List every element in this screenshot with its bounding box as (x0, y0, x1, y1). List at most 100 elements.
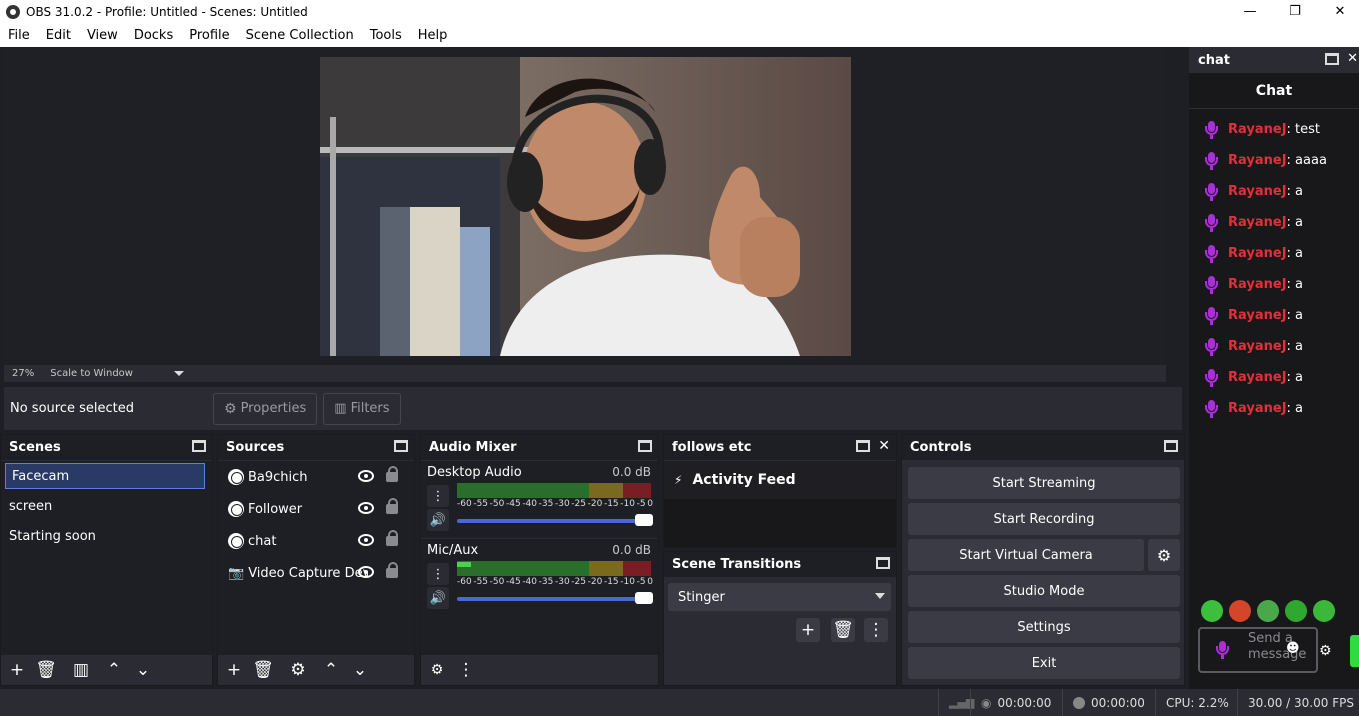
chat-username[interactable]: RayaneJ (1228, 339, 1287, 354)
undock-icon[interactable] (1164, 440, 1178, 452)
scene-item[interactable]: Starting soon (1, 521, 212, 551)
properties-button[interactable]: ⚙ Properties (213, 392, 318, 425)
more-options-icon[interactable]: ⋮ (454, 658, 478, 682)
chat-username[interactable]: RayaneJ (1228, 370, 1287, 385)
transitions-dock-title: Scene Transitions (664, 552, 896, 577)
mic-icon (1205, 275, 1218, 294)
menu-profile[interactable]: Profile (181, 28, 237, 43)
start-recording-button[interactable]: Start Recording (908, 503, 1180, 535)
eye-icon[interactable] (358, 566, 374, 578)
more-options-icon[interactable]: ⋮ (427, 563, 449, 585)
chat-username[interactable]: RayaneJ (1228, 401, 1287, 416)
chat-username[interactable]: RayaneJ (1228, 122, 1287, 137)
mic-icon (1205, 337, 1218, 356)
gear-icon[interactable]: ⚙ (1319, 643, 1332, 659)
source-item[interactable]: 📷 Video Capture Dev (218, 557, 414, 589)
speaker-icon[interactable]: 🔊 (427, 509, 449, 531)
add-transition-button[interactable]: + (796, 618, 820, 642)
eye-icon[interactable] (358, 502, 374, 514)
emote-icon[interactable] (1313, 600, 1335, 622)
exit-button[interactable]: Exit (908, 647, 1180, 679)
source-item[interactable]: Ba9chich (218, 461, 414, 493)
chat-message: RayaneJ: test (1189, 114, 1359, 145)
speaker-icon[interactable]: 🔊 (427, 587, 449, 609)
menu-edit[interactable]: Edit (38, 28, 79, 43)
filters-button[interactable]: ▥ Filters (323, 392, 401, 425)
menu-scene-collection[interactable]: Scene Collection (238, 28, 362, 43)
source-item[interactable]: Follower (218, 493, 414, 525)
move-down-button[interactable]: ⌄ (131, 658, 155, 682)
menu-help[interactable]: Help (410, 28, 456, 43)
undock-icon[interactable] (192, 440, 206, 452)
gear-icon[interactable]: ⚙ (286, 658, 310, 682)
restore-button[interactable]: ❐ (1272, 0, 1318, 23)
chat-username[interactable]: RayaneJ (1228, 246, 1287, 261)
chat-dock-title: chat ✕ (1189, 47, 1359, 73)
more-options-icon[interactable]: ⋮ (864, 618, 888, 642)
emote-icon[interactable] (1201, 600, 1223, 622)
emote-icon[interactable] (1257, 600, 1279, 622)
menu-view[interactable]: View (79, 28, 126, 43)
volume-slider[interactable] (457, 592, 653, 604)
close-icon[interactable]: ✕ (878, 438, 890, 454)
source-item[interactable]: chat (218, 525, 414, 557)
lock-icon[interactable] (386, 562, 398, 578)
emoji-icon[interactable]: ☻ (1286, 641, 1300, 656)
gear-icon[interactable]: ⚙ (1148, 539, 1180, 571)
undock-icon[interactable] (876, 557, 890, 569)
lightning-icon: ⚡ (674, 473, 683, 487)
volume-slider[interactable] (457, 514, 653, 526)
scale-mode[interactable]: Scale to Window (42, 368, 174, 379)
lock-icon[interactable] (386, 530, 398, 546)
trash-icon[interactable]: 🗑 (831, 618, 855, 642)
undock-icon[interactable] (856, 440, 870, 452)
move-up-button[interactable]: ⌃ (319, 658, 343, 682)
scene-filters-button[interactable]: ▥ (69, 658, 93, 682)
chat-username[interactable]: RayaneJ (1228, 277, 1287, 292)
scenes-toolbar: + 🗑 ▥ ⌃ ⌄ (1, 655, 212, 685)
trash-icon[interactable]: 🗑 (34, 658, 58, 682)
scene-item[interactable]: screen (1, 491, 212, 521)
chat-username[interactable]: RayaneJ (1228, 308, 1287, 323)
menu-tools[interactable]: Tools (362, 28, 410, 43)
chat-message: RayaneJ: aaaa (1189, 145, 1359, 176)
lock-icon[interactable] (386, 466, 398, 482)
emote-icon[interactable] (1285, 600, 1307, 622)
start-streaming-button[interactable]: Start Streaming (908, 467, 1180, 499)
chat-send-button[interactable] (1350, 635, 1359, 667)
move-up-button[interactable]: ⌃ (102, 658, 126, 682)
undock-icon[interactable] (638, 440, 652, 452)
eye-icon[interactable] (358, 470, 374, 482)
settings-button[interactable]: Settings (908, 611, 1180, 643)
close-window-button[interactable]: ✕ (1317, 0, 1359, 23)
move-down-button[interactable]: ⌄ (348, 658, 372, 682)
menu-file[interactable]: File (0, 28, 38, 43)
record-status: 00:00:00 (1062, 689, 1154, 716)
chevron-down-icon[interactable] (174, 371, 185, 376)
scene-item[interactable]: Facecam (5, 463, 205, 489)
chat-message-input[interactable]: Send a message ☻ (1198, 627, 1318, 673)
undock-icon[interactable] (1325, 53, 1339, 65)
start-virtual-camera-button[interactable]: Start Virtual Camera (908, 539, 1144, 571)
close-icon[interactable]: ✕ (1347, 51, 1358, 66)
add-source-button[interactable]: + (222, 658, 246, 682)
transition-select[interactable]: Stinger (668, 583, 891, 611)
emote-icon[interactable] (1229, 600, 1251, 622)
chat-username[interactable]: RayaneJ (1228, 153, 1287, 168)
chat-username[interactable]: RayaneJ (1228, 184, 1287, 199)
chat-text: : a (1286, 339, 1304, 354)
trash-icon[interactable]: 🗑 (251, 658, 275, 682)
scenes-title: Scenes (9, 440, 61, 455)
studio-mode-button[interactable]: Studio Mode (908, 575, 1180, 607)
menu-docks[interactable]: Docks (126, 28, 181, 43)
undock-icon[interactable] (394, 440, 408, 452)
lock-icon[interactable] (386, 498, 398, 514)
chat-username[interactable]: RayaneJ (1228, 215, 1287, 230)
chat-dock: chat ✕ Chat RayaneJ: test RayaneJ: aaaa … (1189, 47, 1359, 689)
more-options-icon[interactable]: ⋮ (427, 485, 449, 507)
advanced-audio-gear-icon[interactable]: ⚙ (425, 658, 449, 682)
eye-icon[interactable] (358, 534, 374, 546)
add-scene-button[interactable]: + (5, 658, 29, 682)
meter-level (457, 562, 471, 567)
minimize-button[interactable]: — (1227, 0, 1273, 23)
